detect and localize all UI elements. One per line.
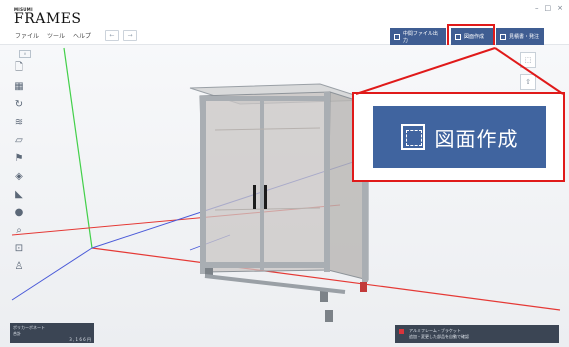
alert-icon bbox=[399, 329, 404, 334]
callout-connector-svg bbox=[355, 47, 564, 95]
notification-line-2: 追加・変更した部品を自動で確認 bbox=[409, 334, 469, 339]
callout-connector-left bbox=[355, 47, 496, 95]
price-value: 3 , 1 6 6 円 bbox=[69, 337, 91, 342]
price-panel: ポリカーボネート 合計 3 , 1 6 6 円 bbox=[10, 323, 94, 343]
callout-connector-right bbox=[494, 47, 564, 95]
notification-panel: アルミフレーム・ブラケット 追加・変更した部品を自動で確認 bbox=[395, 325, 559, 343]
